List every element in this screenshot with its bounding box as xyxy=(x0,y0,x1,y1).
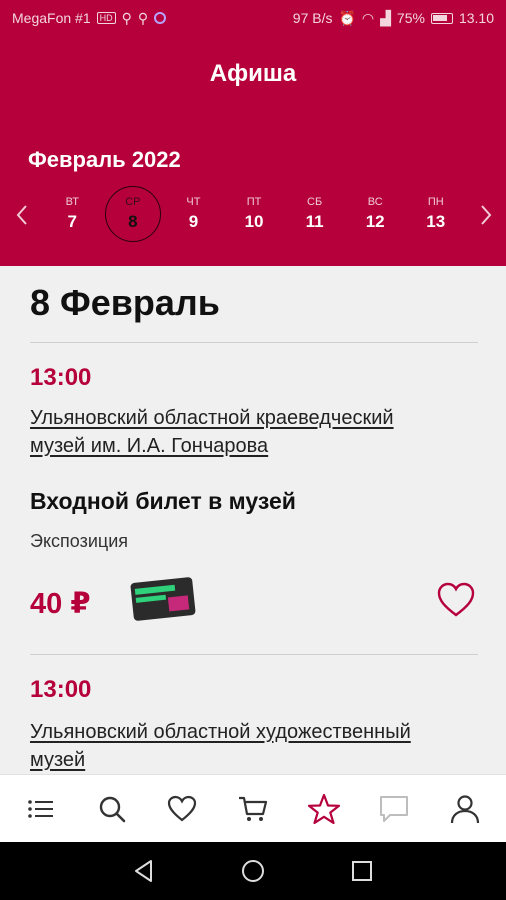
venue-link[interactable]: Ульяновский областной художественный муз… xyxy=(30,718,480,774)
status-bar: MegaFon #1 HD ⚲ ⚲ 97 B/s ⏰ ◠ ▟ 75% 13.10 xyxy=(0,0,506,36)
back-icon[interactable] xyxy=(131,858,157,884)
recents-icon[interactable] xyxy=(349,858,375,884)
venue-line: Ульяновский областной краеведческий xyxy=(30,407,394,429)
clock: 13.10 xyxy=(458,10,494,26)
page-title: Афиша xyxy=(209,60,297,87)
day-selector: ВТ 7 СР 8 ЧТ 9 ПТ 10 СБ 11 ВС 12 ПН 13 xyxy=(42,186,466,242)
nav-recommendations-button[interactable] xyxy=(300,785,348,833)
battery-percent: 75% xyxy=(396,10,425,26)
day-name: ВС xyxy=(367,196,383,208)
signal-icon: ▟ xyxy=(380,9,391,26)
usb-icon-2: ⚲ xyxy=(137,9,149,26)
nav-menu-button[interactable] xyxy=(17,785,65,833)
day-name: СБ xyxy=(307,196,323,208)
wifi-icon: ◠ xyxy=(361,9,375,26)
app-notification-icon xyxy=(154,12,167,24)
favorite-heart-icon[interactable] xyxy=(436,582,476,618)
divider xyxy=(30,654,478,655)
home-icon[interactable] xyxy=(240,858,266,884)
bottom-navigation xyxy=(0,774,506,842)
venue-line: музей им. И.А. Гончарова xyxy=(30,435,269,457)
day-name: ВТ xyxy=(65,196,79,208)
day-number: 8 xyxy=(128,212,138,231)
day-fri[interactable]: ПТ 10 xyxy=(224,186,285,242)
day-sat[interactable]: СБ 11 xyxy=(284,186,345,242)
day-sun[interactable]: ВС 12 xyxy=(345,186,406,242)
date-heading: 8 Февраль xyxy=(30,282,220,323)
event-time: 13:00 xyxy=(30,676,92,703)
day-thu[interactable]: ЧТ 9 xyxy=(163,186,224,242)
day-number: 10 xyxy=(244,212,264,231)
system-navigation-bar xyxy=(0,842,506,900)
day-mon[interactable]: ПН 13 xyxy=(405,186,466,242)
battery-icon xyxy=(430,12,453,24)
chevron-right-icon xyxy=(481,205,492,225)
venue-line: Ульяновский областной художественный xyxy=(30,721,411,743)
divider xyxy=(30,342,478,343)
day-number: 13 xyxy=(426,212,446,231)
heart-icon xyxy=(168,795,197,821)
day-name: ПН xyxy=(427,196,444,208)
day-name: ПТ xyxy=(246,196,262,208)
nav-favorites-button[interactable] xyxy=(158,785,206,833)
day-wed-selected[interactable]: СР 8 xyxy=(103,186,164,242)
event-time: 13:00 xyxy=(30,364,92,391)
search-icon xyxy=(99,796,126,822)
next-week-button[interactable] xyxy=(476,200,496,230)
day-number: 7 xyxy=(67,212,78,231)
event-list: 8 Февраль 13:00 Ульяновский областной кр… xyxy=(0,266,506,774)
profile-icon xyxy=(450,794,479,823)
nav-profile-button[interactable] xyxy=(441,785,489,833)
header: MegaFon #1 HD ⚲ ⚲ 97 B/s ⏰ ◠ ▟ 75% 13.10… xyxy=(0,0,506,266)
venue-line: музей xyxy=(30,749,86,771)
chevron-left-icon xyxy=(16,205,27,225)
alarm-icon: ⏰ xyxy=(338,9,356,26)
star-icon xyxy=(307,793,340,824)
event-price: 40 ₽ xyxy=(30,588,91,620)
day-number: 9 xyxy=(188,212,199,231)
previous-week-button[interactable] xyxy=(12,200,32,230)
chat-icon xyxy=(380,795,409,822)
day-name: ЧТ xyxy=(186,196,201,208)
venue-link[interactable]: Ульяновский областной краеведческий музе… xyxy=(30,404,480,460)
day-number: 11 xyxy=(305,212,324,231)
cart-icon xyxy=(238,796,268,821)
hd-badge: HD xyxy=(96,12,116,24)
event-type: Экспозиция xyxy=(30,531,128,551)
day-tue[interactable]: ВТ 7 xyxy=(42,186,103,242)
month-label: Февраль 2022 xyxy=(28,147,181,172)
nav-chat-button[interactable] xyxy=(370,785,418,833)
menu-icon xyxy=(28,799,54,818)
nav-cart-button[interactable] xyxy=(229,785,277,833)
event-title[interactable]: Входной билет в музей xyxy=(30,488,296,515)
day-number: 12 xyxy=(365,212,385,231)
carrier-name: MegaFon #1 xyxy=(12,10,91,26)
pushkin-card-image xyxy=(130,576,196,622)
nav-search-button[interactable] xyxy=(88,785,136,833)
network-speed: 97 B/s xyxy=(292,10,333,26)
usb-icon: ⚲ xyxy=(121,9,132,26)
day-name: СР xyxy=(125,196,141,208)
